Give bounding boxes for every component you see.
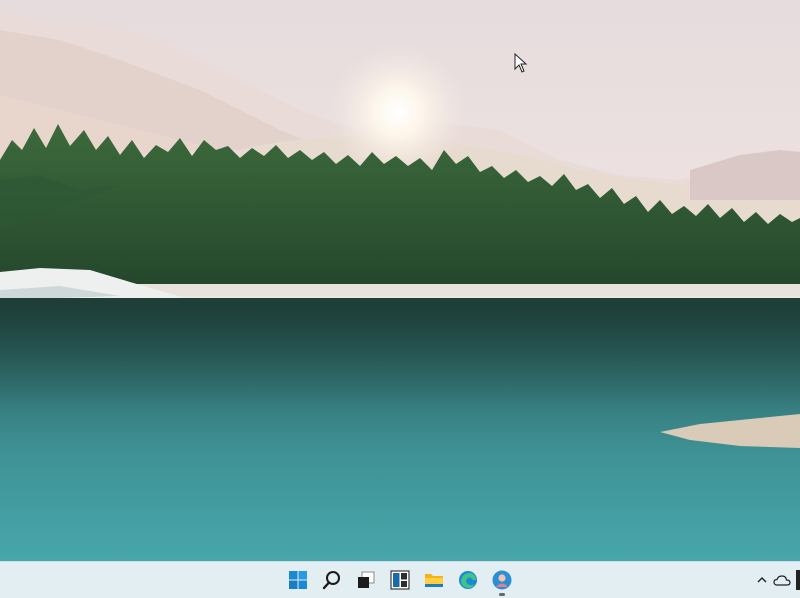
edge-button[interactable] xyxy=(454,566,482,594)
folder-icon xyxy=(425,574,443,587)
file-explorer-button[interactable] xyxy=(420,566,448,594)
user-avatar-icon xyxy=(492,570,512,590)
chevron-up-icon xyxy=(757,577,767,583)
running-indicator xyxy=(499,593,505,596)
task-view-icon xyxy=(358,571,375,588)
search-icon xyxy=(322,571,340,590)
widgets-button[interactable] xyxy=(386,566,414,594)
onedrive-button[interactable] xyxy=(772,568,792,592)
profile-app-button[interactable] xyxy=(488,566,516,596)
desktop-wallpaper xyxy=(0,0,800,561)
desktop[interactable] xyxy=(0,0,800,561)
taskbar xyxy=(0,561,800,598)
cloud-icon xyxy=(773,575,791,586)
show-hidden-icons-button[interactable] xyxy=(754,568,770,592)
search-button[interactable] xyxy=(318,566,346,594)
edge-icon xyxy=(459,571,477,589)
start-button[interactable] xyxy=(284,566,312,594)
mouse-cursor-icon xyxy=(514,53,528,73)
show-desktop-button[interactable] xyxy=(796,570,800,590)
windows-logo-icon xyxy=(289,571,307,589)
task-view-button[interactable] xyxy=(352,566,380,594)
widgets-icon xyxy=(390,570,410,590)
